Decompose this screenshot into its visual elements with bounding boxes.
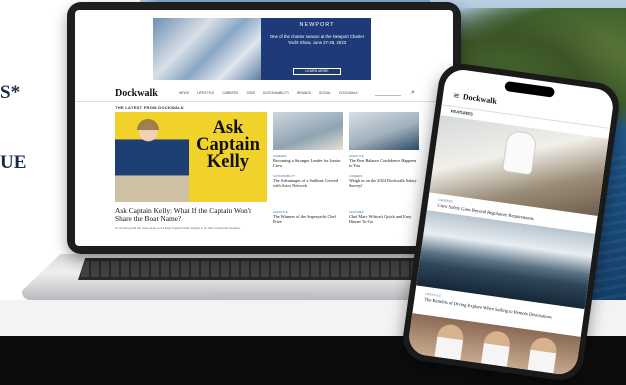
ad-copy: One of the charter season at the Newport… [269,34,365,45]
phone-logo[interactable]: Dockwalk [462,92,497,106]
crew-face [481,329,512,367]
feature-image[interactable]: Ask Captain Kelly [115,112,267,202]
nav-links: NEWS LIFESTYLE CAREERS JOBS SUSTAINABILI… [179,91,358,95]
card-title[interactable]: The Advantages of a Sailboat Crewed with… [273,178,343,189]
feature-headline[interactable]: Ask Captain Kelly: What If the Captain W… [115,206,267,224]
crew-person [503,130,537,175]
nav-link[interactable]: DOCKWALK [339,91,358,95]
feature-summary: Is not being told the boat name a red fl… [115,226,241,230]
ad-brand: NEWPORT [299,22,335,28]
laptop-notch [212,293,310,298]
ad-image-yachts [153,18,261,80]
menu-icon[interactable]: ≡ [452,91,460,101]
card-image [349,112,419,150]
phone-screen: ≡ Dockwalk FEATURES CAREERS Crew Safety … [406,67,616,377]
left-text-line1: S* [0,82,21,103]
article-card[interactable]: LIFESTYLE The Fine Balance Confidence Ha… [349,112,419,169]
card-title[interactable]: Becoming a Stronger Leader for Junior Cr… [273,158,343,169]
ad-learn-more-button[interactable]: LEARN MORE [293,68,341,75]
nav-link[interactable]: CAREERS [222,91,238,95]
crew-face [527,336,558,374]
nav-search-input[interactable] [375,90,401,96]
article-card[interactable]: CAREERS Becoming a Stronger Leader for J… [273,112,343,169]
nav-link[interactable]: NEWS [179,91,189,95]
card-title[interactable]: The Fine Balance Confidence Happens to Y… [349,158,419,169]
ad-banner[interactable]: NEWPORT One of the charter season at the… [153,18,371,80]
card-title[interactable]: Weigh in on the 2024 Dockwalk Salary Sur… [349,178,419,189]
nav-link[interactable]: JOBS [246,91,255,95]
left-text-line2: UE [0,152,27,173]
card-title[interactable]: Chef Marc Wilson's Quick and Easy Dinner… [349,214,419,225]
laptop-screen: NEWPORT One of the charter season at the… [67,2,461,254]
article-card[interactable]: FEATURES Chef Marc Wilson's Quick and Ea… [349,206,419,225]
card-title[interactable]: The Winners of the Superyacht Chef Prize [273,214,343,225]
site-logo[interactable]: Dockwalk [115,88,158,99]
article-card[interactable]: LIFESTYLE The Winners of the Superyacht … [273,206,343,225]
section-kicker: THE LATEST FROM DOCKWALK [115,105,185,110]
search-icon[interactable]: ⌕ [411,88,415,97]
card-image [273,112,343,150]
feature-image-title: Ask Captain Kelly [196,118,260,172]
website-display: NEWPORT One of the charter season at the… [75,10,453,246]
nav-link[interactable]: BRANDS [297,91,311,95]
nav-link[interactable]: SOCIAL [319,91,331,95]
crew-face [434,323,466,361]
phone-kicker: FEATURES [450,108,474,117]
nav-link[interactable]: SUSTAINABILITY [263,91,289,95]
nav-link[interactable]: LIFESTYLE [197,91,214,95]
article-card[interactable]: CAREERS Weigh in on the 2024 Dockwalk Sa… [349,170,419,189]
article-card[interactable]: SUSTAINABILITY The Advantages of a Sailb… [273,170,343,189]
site-nav: Dockwalk NEWS LIFESTYLE CAREERS JOBS SUS… [75,86,453,102]
laptop-keyboard [78,258,438,280]
